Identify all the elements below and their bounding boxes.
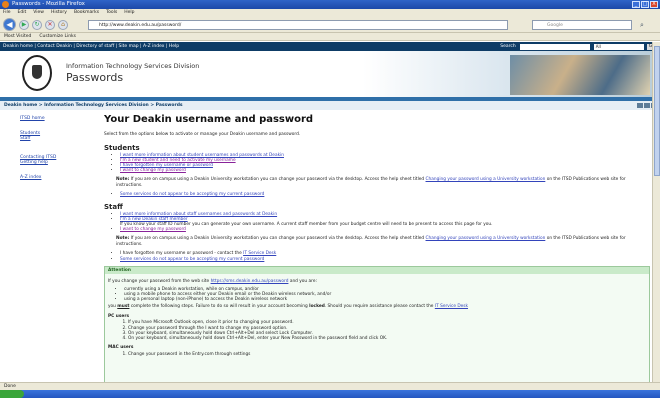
attention-text: and you are: bbox=[289, 279, 317, 285]
staff-change-link[interactable]: I want to change my password bbox=[120, 227, 186, 232]
list-item: I want to change my password bbox=[120, 227, 650, 232]
attention-locked-word: locked bbox=[309, 304, 325, 310]
password-site-link[interactable]: https://sms.deakin.edu.au/password bbox=[211, 279, 289, 284]
menu-edit[interactable]: Edit bbox=[18, 9, 27, 17]
students-list: I want more information about student us… bbox=[104, 153, 650, 174]
back-arrow-icon[interactable]: ◀ bbox=[3, 18, 16, 31]
start-button[interactable] bbox=[0, 390, 24, 398]
bookmark-most-visited[interactable]: Most Visited bbox=[4, 33, 31, 40]
attention-must: you must complete the following steps. F… bbox=[108, 304, 646, 310]
minimize-button[interactable]: _ bbox=[632, 1, 640, 8]
menu-file[interactable]: File bbox=[3, 9, 11, 17]
student-change-link[interactable]: I want to change my password bbox=[120, 168, 186, 173]
site-search-scope-select[interactable]: All bbox=[593, 43, 644, 50]
bookmark-customize-links[interactable]: Customize Links bbox=[39, 33, 76, 40]
vertical-scrollbar[interactable] bbox=[652, 42, 660, 382]
staff-list: I want more information about staff user… bbox=[104, 212, 650, 233]
pc-users-heading: PC users bbox=[108, 313, 130, 319]
sidenav-a-z-index[interactable]: A-Z index bbox=[20, 175, 80, 180]
scrollbar-thumb[interactable] bbox=[654, 46, 660, 176]
side-navigation: ITSD home Students Staff Contacting ITSD… bbox=[20, 116, 80, 190]
sidenav-itsd-home[interactable]: ITSD home bbox=[20, 116, 80, 121]
help-sheet-link[interactable]: Changing your password using a Universit… bbox=[426, 236, 546, 241]
list-item: On your keyboard, simultaneously hold do… bbox=[128, 336, 646, 341]
attention-intro: If you change your password from the web… bbox=[108, 279, 646, 285]
list-item: I'm a new Deakin staff memberIf you know… bbox=[120, 217, 650, 227]
window-titlebar: Passwords - Mozilla Firefox _ □ X bbox=[0, 0, 660, 9]
site-top-links[interactable]: Deakin home | Contact Deakin | Directory… bbox=[0, 44, 500, 49]
maximize-button[interactable]: □ bbox=[641, 1, 649, 8]
menu-tools[interactable]: Tools bbox=[106, 9, 117, 17]
forward-arrow-icon[interactable]: ▶ bbox=[19, 20, 29, 30]
breadcrumb[interactable]: Deakin home > Information Technology Ser… bbox=[4, 103, 183, 108]
note-label: Note: bbox=[116, 177, 130, 183]
attention-heading: Attention bbox=[105, 266, 649, 275]
staff-note: Note: If you are on campus using a Deaki… bbox=[104, 236, 650, 247]
site-top-bar: Deakin home | Contact Deakin | Directory… bbox=[0, 42, 660, 51]
note-label: Note: bbox=[116, 236, 130, 242]
header-photo bbox=[510, 55, 650, 95]
reload-icon[interactable]: ↻ bbox=[32, 20, 42, 30]
search-icon[interactable]: ⌕ bbox=[640, 21, 644, 30]
it-service-desk-link[interactable]: IT Service Desk bbox=[435, 304, 468, 309]
text-size-icon[interactable] bbox=[644, 103, 650, 108]
attention-list: currently using a Deakin workstation, wh… bbox=[108, 287, 646, 303]
attention-body: If you change your password from the web… bbox=[105, 274, 649, 385]
bookmarks-toolbar: Most Visited Customize Links bbox=[0, 33, 660, 41]
menu-bar: File Edit View History Bookmarks Tools H… bbox=[0, 9, 660, 17]
attention-text: you bbox=[108, 304, 116, 310]
site-search-label: Search bbox=[500, 44, 516, 49]
deakin-logo[interactable] bbox=[22, 55, 52, 91]
search-box[interactable]: Google bbox=[532, 20, 632, 30]
division-name: Information Technology Services Division bbox=[66, 62, 200, 70]
list-item: Some services do not appear to be accept… bbox=[120, 192, 650, 197]
list-item: Change your password in the Entry.com th… bbox=[128, 352, 646, 357]
stop-icon[interactable]: ✕ bbox=[45, 20, 55, 30]
url-bar[interactable]: http://www.deakin.edu.au/password/ bbox=[88, 20, 508, 30]
menu-view[interactable]: View bbox=[33, 9, 44, 17]
sidenav-staff[interactable]: Staff bbox=[20, 136, 80, 141]
menu-bookmarks[interactable]: Bookmarks bbox=[74, 9, 99, 17]
note-text: If you are on campus using a Deakin Univ… bbox=[130, 236, 425, 242]
note-text: If you are on campus using a Deakin Univ… bbox=[130, 177, 425, 183]
page-banner-title: Passwords bbox=[66, 71, 124, 84]
breadcrumb-bar: Deakin home > Information Technology Ser… bbox=[0, 101, 660, 110]
page-title: Your Deakin username and password bbox=[104, 114, 314, 125]
list-item: I want to change my password bbox=[120, 168, 650, 173]
firefox-icon bbox=[2, 1, 9, 8]
mac-steps: Change your password in the Entry.com th… bbox=[108, 352, 646, 357]
close-button[interactable]: X bbox=[650, 1, 658, 8]
taskbar bbox=[0, 390, 660, 398]
intro-text: Select from the options below to activat… bbox=[104, 132, 301, 137]
staff-heading: Staff bbox=[104, 202, 123, 211]
page-header: Information Technology Services Division… bbox=[0, 51, 660, 97]
staff-services-link[interactable]: Some services do not appear to be accept… bbox=[120, 257, 264, 262]
print-icon[interactable] bbox=[637, 103, 643, 108]
pc-steps: If you have Microsoft Outlook open, clos… bbox=[108, 320, 646, 341]
student-services-link[interactable]: Some services do not appear to be accept… bbox=[120, 192, 264, 197]
attention-text: If you change your password from the web… bbox=[108, 279, 210, 285]
site-search-input[interactable] bbox=[519, 43, 590, 50]
status-bar: Done bbox=[0, 382, 660, 390]
list-item: using a personal laptop (non-iPhone) to … bbox=[124, 297, 646, 302]
students-note: Note: If you are on campus using a Deaki… bbox=[104, 177, 650, 188]
window-title: Passwords - Mozilla Firefox bbox=[12, 1, 85, 7]
menu-help[interactable]: Help bbox=[124, 9, 134, 17]
students-heading: Students bbox=[104, 143, 140, 152]
home-icon[interactable]: ⌂ bbox=[58, 20, 68, 30]
attention-box: Attention If you change your password fr… bbox=[104, 265, 650, 386]
main-content: Your Deakin username and password Select… bbox=[104, 112, 650, 386]
help-sheet-link[interactable]: Changing your password using a Universit… bbox=[426, 177, 546, 182]
navigation-toolbar: ◀ ▶ ↻ ✕ ⌂ http://www.deakin.edu.au/passw… bbox=[0, 17, 660, 33]
attention-must-word: must bbox=[117, 304, 130, 310]
sidenav-getting-help[interactable]: Getting help bbox=[20, 160, 80, 165]
menu-history[interactable]: History bbox=[51, 9, 67, 17]
attention-text: . Should you require assistance please c… bbox=[324, 304, 434, 310]
list-item: Some services do not appear to be accept… bbox=[120, 257, 650, 262]
mac-users-heading: MAC users bbox=[108, 345, 134, 351]
attention-text: complete the following steps. Failure to… bbox=[130, 304, 308, 310]
